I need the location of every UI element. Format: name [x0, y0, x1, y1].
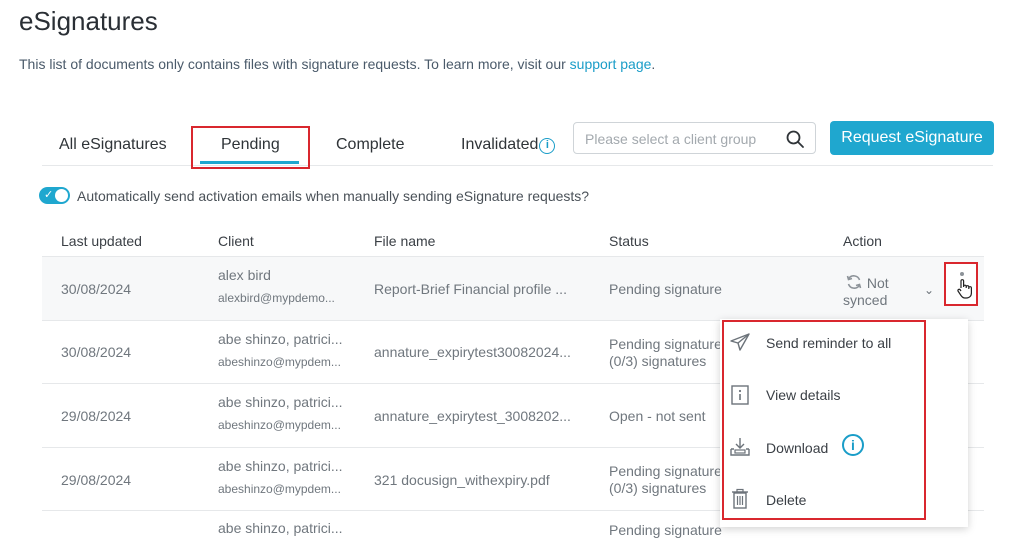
header-last-updated[interactable]: Last updated: [61, 233, 142, 249]
sync-line1: Not: [866, 275, 889, 291]
page-title: eSignatures: [19, 6, 158, 36]
header-action: Action: [843, 233, 882, 249]
row-client-name: abe shinzo, patrici...: [218, 520, 343, 536]
row-actions-button[interactable]: [944, 262, 978, 306]
row-client-name: alex bird: [218, 267, 271, 283]
row-status-line2: (0/3) signatures: [609, 353, 707, 369]
request-esignature-button[interactable]: Request eSignature: [830, 121, 994, 155]
search-placeholder: Please select a client group: [585, 131, 757, 147]
row-status: Open - not sent: [609, 408, 706, 424]
row-date: 30/08/2024: [61, 281, 132, 297]
intro-text-end: .: [651, 56, 656, 72]
row-client-email: alexbird@mypdemo...: [218, 291, 335, 305]
sync-line2: synced: [843, 292, 888, 308]
row-date: 29/08/2024: [61, 472, 132, 488]
kebab-dot: [960, 272, 964, 276]
client-group-search[interactable]: Please select a client group: [573, 122, 816, 154]
row-client-email: abeshinzo@mypdem...: [218, 418, 341, 432]
row-client-name: abe shinzo, patrici...: [218, 394, 343, 410]
row-file-name[interactable]: Report-Brief Financial profile ...: [374, 281, 567, 297]
row-status: Pending signature: [609, 522, 722, 538]
row-date: 30/08/2024: [61, 344, 132, 360]
header-file-name[interactable]: File name: [374, 233, 435, 249]
sync-icon: [846, 275, 862, 289]
tab-invalidated[interactable]: Invalidated i: [461, 136, 556, 154]
sync-status[interactable]: Not: [845, 273, 889, 291]
header-status[interactable]: Status: [609, 233, 649, 249]
info-icon[interactable]: i: [539, 138, 556, 154]
row-client-name: abe shinzo, patrici...: [218, 458, 343, 474]
auto-send-toggle[interactable]: ✓: [39, 187, 70, 204]
row-status: Pending signature (0/3) signatures: [609, 463, 722, 497]
row-client-email: abeshinzo@mypdem...: [218, 355, 341, 369]
row-status-line2: (0/3) signatures: [609, 480, 707, 496]
row-file-name[interactable]: annature_expirytest30082024...: [374, 344, 571, 360]
pending-tab-highlight: [191, 126, 310, 169]
tabs-divider: [42, 165, 993, 166]
support-page-link[interactable]: support page: [570, 56, 652, 72]
row-status: Pending signature: [609, 281, 722, 297]
tab-complete[interactable]: Complete: [336, 136, 404, 154]
toggle-knob: [55, 189, 68, 202]
row-date: 29/08/2024: [61, 408, 132, 424]
row-client-email: abeshinzo@mypdem...: [218, 482, 341, 496]
row-status: Pending signature (0/3) signatures: [609, 336, 722, 370]
tab-invalidated-label: Invalidated: [461, 136, 539, 153]
tab-all-esignatures[interactable]: All eSignatures: [59, 136, 167, 154]
row-status-line1: Pending signature: [609, 336, 722, 352]
row-file-name[interactable]: annature_expirytest_3008202...: [374, 408, 571, 424]
chevron-down-icon[interactable]: ⌄: [924, 283, 934, 297]
hand-cursor-icon: [957, 279, 972, 299]
auto-send-label: Automatically send activation emails whe…: [77, 188, 590, 204]
search-icon[interactable]: [785, 129, 805, 149]
header-client[interactable]: Client: [218, 233, 254, 249]
intro-text: This list of documents only contains fil…: [19, 56, 655, 72]
check-icon: ✓: [44, 189, 54, 201]
row-file-name[interactable]: 321 docusign_withexpiry.pdf: [374, 472, 550, 488]
intro-text-body: This list of documents only contains fil…: [19, 56, 570, 72]
menu-highlight: [722, 320, 926, 520]
row-status-line1: Pending signature: [609, 463, 722, 479]
row-client-name: abe shinzo, patrici...: [218, 331, 343, 347]
